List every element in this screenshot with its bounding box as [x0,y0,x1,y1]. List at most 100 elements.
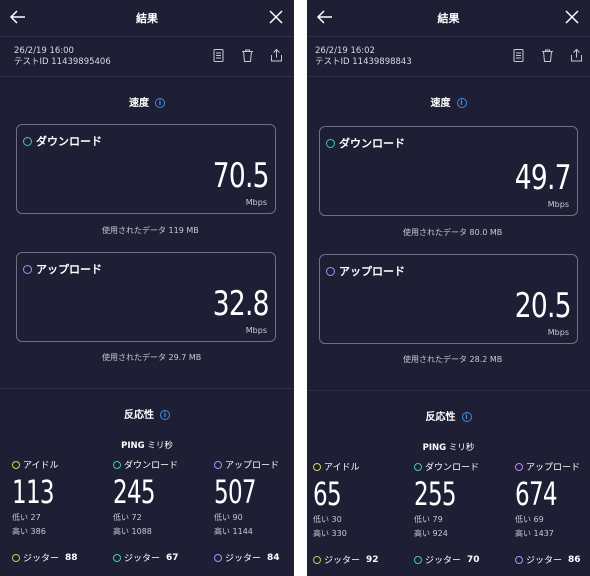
dl-high: 高い 924 [414,529,448,538]
header-divider [0,36,294,37]
jitter-label: ジッター [23,554,60,564]
upload-caption: アップロード [23,261,102,277]
speed-divider [307,390,590,391]
dl-jitter: ジッター 70 [414,553,480,566]
upload-arrow-icon [326,266,335,276]
idle-high: 高い 386 [12,527,46,536]
responsiveness-section-title: 反応性 i [307,408,590,423]
download-arrow-icon [23,136,32,146]
jitter-icon [414,555,422,564]
responsiveness-section-title: 反応性 i [0,406,294,421]
document-icon[interactable] [511,48,526,63]
close-icon[interactable] [267,8,285,26]
upload-label: アップロード [36,263,102,276]
ping-upload-column: アップロード 507 低い 90 高い 1144 ジッター 84 [214,458,294,564]
idle-icon [12,460,20,469]
ping-unit: ミリ秒 [147,441,173,451]
info-icon[interactable]: i [461,412,472,422]
upload-arrow-icon [515,462,523,471]
upload-label: アップロード [339,265,405,278]
download-caption: ダウンロード [23,133,102,149]
download-caption: ダウンロード [326,135,405,151]
ul-jitter: ジッター 86 [515,553,581,566]
speed-title-text: 速度 [430,98,451,109]
dl-low: 低い 79 [414,515,443,524]
header-divider [307,36,590,37]
document-icon[interactable] [211,48,226,63]
ul-label: アップロード [214,458,294,471]
download-speed-value: 70.5 [213,156,270,196]
dl-label: ダウンロード [414,460,504,473]
upload-unit: Mbps [245,326,267,335]
idle-label-text: アイドル [324,463,360,473]
meta-divider [307,76,590,77]
download-label: ダウンロード [36,135,102,148]
dl-ping-value: 245 [113,473,156,511]
info-icon[interactable]: i [456,98,467,108]
download-arrow-icon [326,138,335,148]
action-bar [511,48,584,63]
test-id: テストID 11439898843 [315,57,412,67]
ul-high: 高い 1437 [515,529,554,538]
idle-low: 低い 27 [12,513,41,522]
upload-arrow-icon [23,264,32,274]
share-icon[interactable] [569,48,584,63]
upload-card: アップロード 20.5 Mbps [319,254,578,344]
speed-section-title: 速度 i [0,94,294,109]
jitter-icon [515,555,523,564]
download-unit: Mbps [245,198,267,207]
download-data-used: 使用されたデータ 80.0 MB [403,228,503,237]
upload-data-used: 使用されたデータ 28.2 MB [403,355,503,364]
download-card: ダウンロード 70.5 Mbps [16,124,276,214]
trash-icon[interactable] [540,48,555,63]
ping-download-column: ダウンロード 255 低い 79 高い 924 ジッター 70 [414,460,504,566]
upload-card: アップロード 32.8 Mbps [16,252,276,342]
jitter-label: ジッター [425,556,462,566]
ul-label-text: アップロード [225,461,280,471]
dl-high: 高い 1088 [113,527,152,536]
speed-title-text: 速度 [129,98,149,109]
share-icon[interactable] [269,48,284,63]
jitter-label: ジッター [124,554,161,564]
speed-section-title: 速度 i [307,94,590,109]
ul-label: アップロード [515,460,590,473]
trash-icon[interactable] [240,48,255,63]
responsiveness-title-text: 反応性 [124,410,154,421]
info-icon[interactable]: i [160,410,170,420]
download-arrow-icon [113,460,121,469]
ul-ping-value: 507 [214,473,257,511]
idle-jitter-value: 88 [65,552,78,563]
dl-jitter: ジッター 67 [113,551,179,564]
dl-jitter-value: 70 [467,554,480,565]
jitter-label: ジッター [225,554,262,564]
jitter-label: ジッター [324,556,361,566]
meta-divider [0,76,294,77]
idle-ping-value: 113 [12,473,55,511]
ul-jitter: ジッター 84 [214,551,280,564]
jitter-icon [214,553,222,562]
idle-icon [313,462,321,471]
dl-jitter-value: 67 [166,552,179,563]
header: 結果 [307,0,590,36]
jitter-icon [113,553,121,562]
upload-speed-value: 32.8 [213,284,270,324]
dl-label-text: ダウンロード [425,463,480,473]
page-title: 結果 [437,12,460,25]
ping-label: PING [121,441,145,451]
idle-jitter-value: 92 [366,554,379,565]
upload-unit: Mbps [547,328,569,337]
test-id: テストID 11439895406 [14,57,111,67]
download-card: ダウンロード 49.7 Mbps [319,126,578,216]
info-icon[interactable]: i [155,98,165,108]
jitter-icon [12,553,20,562]
upload-data-used: 使用されたデータ 29.7 MB [102,353,202,362]
download-arrow-icon [414,462,422,471]
ul-jitter-value: 86 [568,554,581,565]
ping-unit: ミリ秒 [448,443,475,453]
ping-idle-column: アイドル 113 低い 27 高い 386 ジッター 88 [12,458,102,564]
ul-label-text: アップロード [526,463,581,473]
ping-header: PING ミリ秒 [0,439,294,451]
close-icon[interactable] [563,8,581,26]
idle-low: 低い 30 [313,515,342,524]
test-meta: 26/2/19 16:02 テストID 11439898843 [315,46,412,68]
